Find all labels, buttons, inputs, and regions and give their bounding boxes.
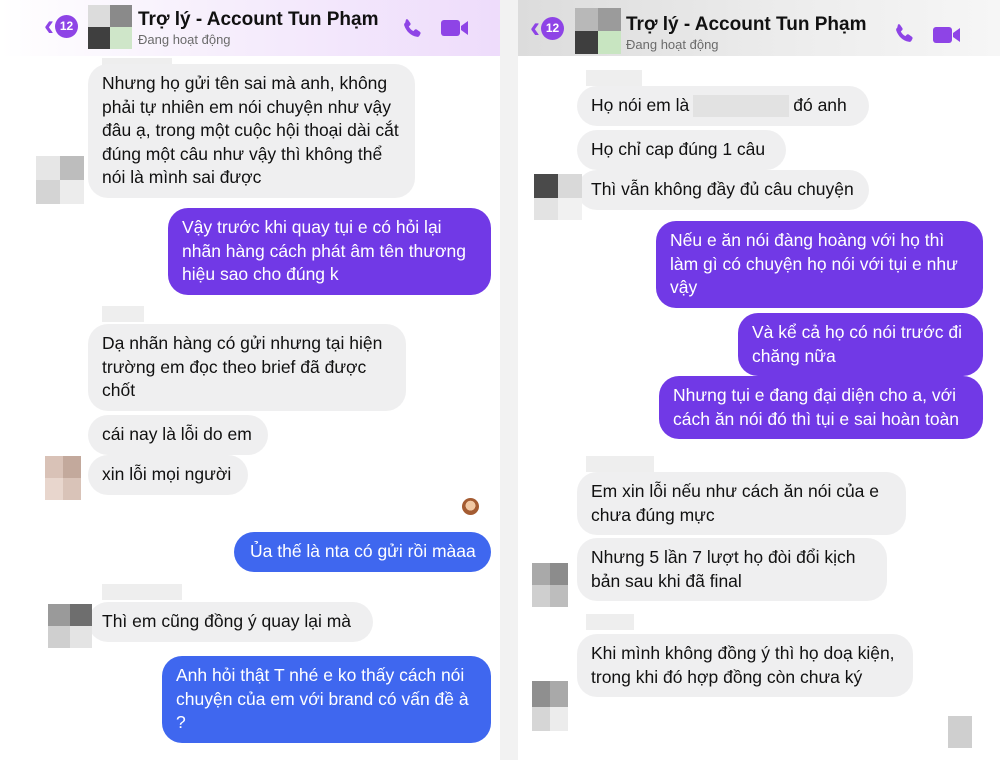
message-received: xin lỗi mọi người (88, 455, 248, 495)
right-chat-screenshot: ‹ 12 Trợ lý - Account Tun Phạm Đang hoạt… (518, 0, 1000, 760)
back-chevron-icon: ‹ (530, 11, 540, 44)
contact-avatar[interactable] (575, 8, 621, 54)
sender-avatar (532, 681, 568, 731)
message-received: Khi mình không đồng ý thì họ doạ kiện, t… (577, 634, 913, 697)
sender-avatar (45, 456, 81, 500)
message-received: cái nay là lỗi do em (88, 415, 268, 455)
contact-avatar[interactable] (88, 5, 132, 49)
contact-name: Trợ lý - Account Tun Phạm (626, 14, 867, 35)
message-received: Họ chỉ cap đúng 1 câu (577, 130, 786, 170)
contact-info[interactable]: Trợ lý - Account Tun Phạm Đang hoạt động (626, 14, 866, 52)
unread-badge: 12 (55, 14, 78, 38)
contact-info[interactable]: Trợ lý - Account Tun Phạm Đang hoạt động (138, 9, 378, 47)
unread-badge: 12 (541, 16, 564, 40)
back-button[interactable]: ‹ 12 (44, 9, 78, 42)
phone-icon[interactable] (401, 17, 425, 41)
sender-avatar (36, 156, 84, 204)
redacted-name (586, 70, 642, 86)
redacted-name (586, 614, 634, 630)
message-sent: Nếu e ăn nói đàng hoàng với họ thì làm g… (656, 221, 983, 308)
contact-name: Trợ lý - Account Tun Phạm (138, 9, 379, 30)
message-received: Họ nói em là đó anh (577, 86, 869, 126)
read-receipt-avatar (948, 716, 972, 748)
sender-avatar (48, 604, 92, 648)
chat-header: ‹ 12 Trợ lý - Account Tun Phạm Đang hoạt… (0, 0, 500, 56)
message-sent: Nhưng tụi e đang đại diện cho a, với các… (659, 376, 983, 439)
message-received: Nhưng họ gửi tên sai mà anh, không phải … (88, 64, 415, 198)
sender-avatar (532, 563, 568, 607)
message-text: Họ nói em là (591, 95, 690, 115)
active-status: Đang hoạt động (626, 37, 719, 52)
chat-header: ‹ 12 Trợ lý - Account Tun Phạm Đang hoạt… (518, 0, 1000, 56)
message-sent: Và kể cả họ có nói trước đi chăng nữa (738, 313, 983, 376)
message-text: đó anh (793, 95, 847, 115)
redacted-name (586, 456, 654, 472)
sender-avatar (534, 174, 582, 220)
back-chevron-icon: ‹ (44, 9, 54, 42)
video-camera-icon[interactable] (932, 24, 962, 46)
message-sent: Vậy trước khi quay tụi e có hỏi lại nhãn… (168, 208, 491, 295)
redacted-word (693, 95, 790, 118)
message-received: Thì em cũng đồng ý quay lại mà (88, 602, 373, 642)
active-status: Đang hoạt động (138, 32, 231, 47)
video-camera-icon[interactable] (440, 17, 470, 39)
message-sent: Ủa thế là nta có gửi rồi màaa (234, 532, 491, 572)
message-received: Dạ nhãn hàng có gửi nhưng tại hiện trườn… (88, 324, 406, 411)
read-receipt-avatar (462, 498, 479, 515)
redacted-name (102, 306, 144, 322)
message-received: Nhưng 5 lần 7 lượt họ đòi đổi kịch bản s… (577, 538, 887, 601)
message-received: Em xin lỗi nếu như cách ăn nói của e chư… (577, 472, 906, 535)
redacted-name (102, 584, 182, 600)
left-chat-screenshot: ‹ 12 Trợ lý - Account Tun Phạm Đang hoạt… (0, 0, 500, 760)
back-button[interactable]: ‹ 12 (530, 11, 564, 44)
message-sent: Anh hỏi thật T nhé e ko thấy cách nói ch… (162, 656, 491, 743)
divider (500, 0, 518, 760)
message-received: Thì vẫn không đầy đủ câu chuyện (577, 170, 869, 210)
phone-icon[interactable] (893, 22, 917, 46)
